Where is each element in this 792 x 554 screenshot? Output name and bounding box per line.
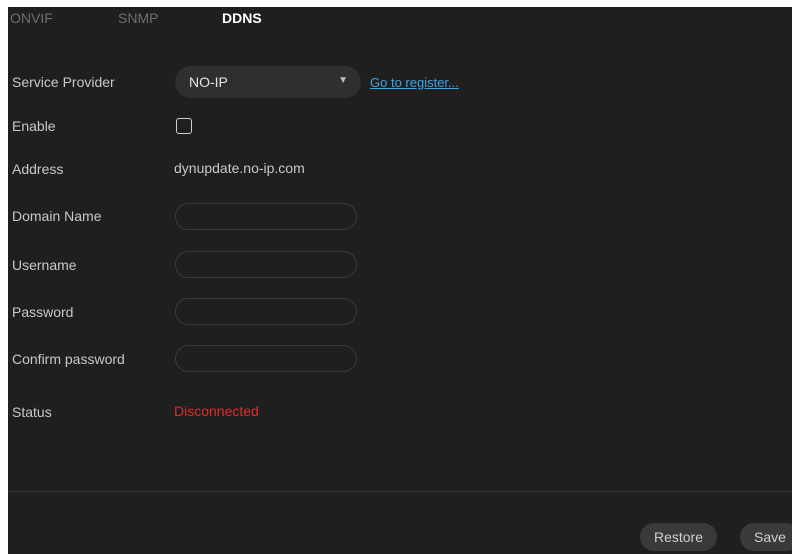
ddns-settings-panel: ONVIF SNMP DDNS Service Provider NO-IP ▼… xyxy=(8,7,792,554)
service-provider-value: NO-IP xyxy=(189,74,228,90)
address-value: dynupdate.no-ip.com xyxy=(174,160,305,176)
save-button[interactable]: Save xyxy=(740,523,792,551)
password-label: Password xyxy=(12,304,74,320)
enable-label: Enable xyxy=(12,118,56,134)
confirm-password-input[interactable] xyxy=(175,345,357,372)
status-value: Disconnected xyxy=(174,403,259,419)
restore-button[interactable]: Restore xyxy=(640,523,717,551)
register-link[interactable]: Go to register... xyxy=(370,75,459,90)
confirm-password-label: Confirm password xyxy=(12,351,125,367)
service-provider-select[interactable]: NO-IP ▼ xyxy=(175,66,361,98)
service-provider-label: Service Provider xyxy=(12,74,115,90)
username-input[interactable] xyxy=(175,251,357,278)
status-label: Status xyxy=(12,404,52,420)
enable-checkbox[interactable] xyxy=(176,118,192,134)
footer-divider xyxy=(8,491,792,492)
tab-snmp[interactable]: SNMP xyxy=(118,10,158,26)
username-label: Username xyxy=(12,257,77,273)
dropdown-arrow-icon: ▼ xyxy=(338,75,348,86)
tab-onvif[interactable]: ONVIF xyxy=(10,10,53,26)
password-input[interactable] xyxy=(175,298,357,325)
tab-ddns[interactable]: DDNS xyxy=(222,10,262,26)
domain-name-input[interactable] xyxy=(175,203,357,230)
tab-bar: ONVIF SNMP DDNS xyxy=(8,7,792,35)
domain-name-label: Domain Name xyxy=(12,208,102,224)
address-label: Address xyxy=(12,161,64,177)
